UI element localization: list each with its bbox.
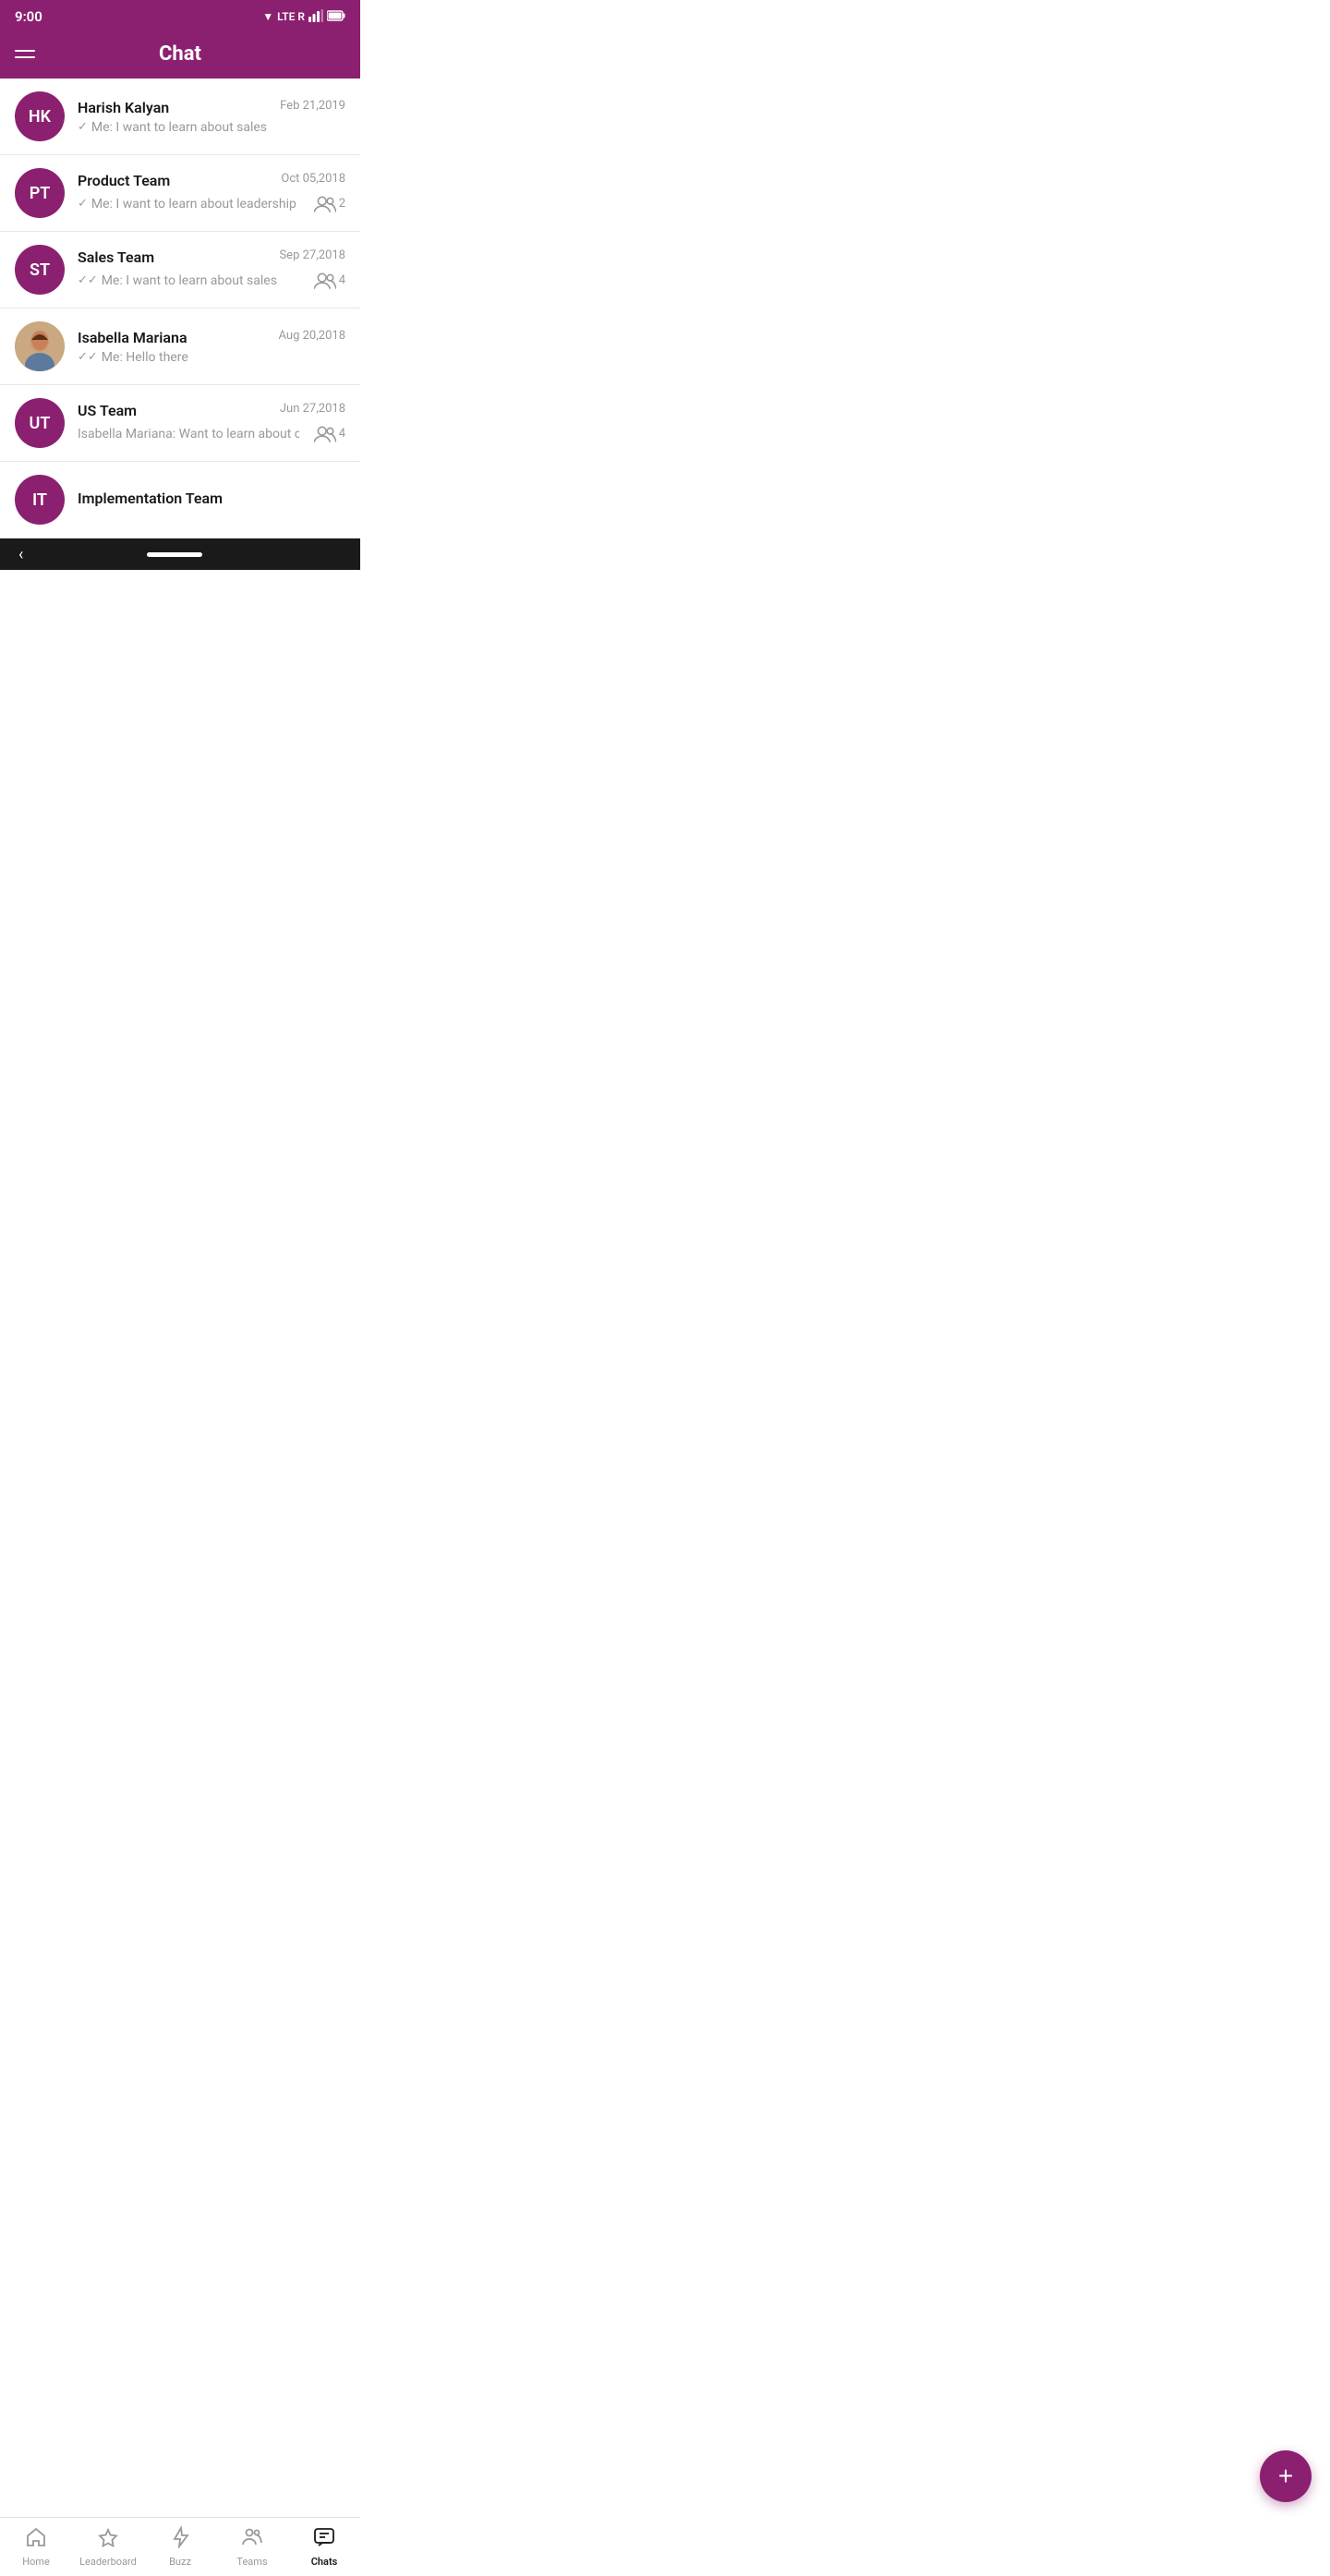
chat-content-harish-kalyan: Harish Kalyan Feb 21,2019 ✓Me: I want to l… [78, 99, 345, 135]
lte-indicator: LTE R [277, 10, 305, 23]
avatar-product-team: PT [15, 168, 65, 218]
chat-name-us-team: US Team [78, 402, 137, 419]
chat-item-sales-team[interactable]: ST Sales Team Sep 27,2018✓✓Me: I want to l… [0, 232, 360, 308]
chat-item-isabella-mariana[interactable]: Isabella Mariana Aug 20,2018 ✓✓Me: Hello t… [0, 308, 360, 385]
chat-content-us-team: US Team Jun 27,2018 Isabella Mariana: Want… [78, 402, 345, 445]
chat-preview-isabella-mariana: ✓✓Me: Hello there [78, 350, 188, 365]
chat-preview-harish-kalyan: ✓Me: I want to learn about sales [78, 120, 267, 135]
nav-label-leaderboard: Leaderboard [79, 2556, 137, 2568]
group-icon [314, 423, 336, 445]
chat-date-isabella-mariana: Aug 20,2018 [279, 329, 346, 343]
nav-item-buzz[interactable]: Buzz [144, 2518, 216, 2576]
nav-item-chats[interactable]: Chats [288, 2518, 360, 2576]
avatar-isabella-mariana [15, 321, 65, 371]
header: Chat [0, 33, 360, 79]
chat-date-sales-team: Sep 27,2018 [279, 248, 345, 262]
group-icon [314, 193, 336, 215]
home-gesture-pill[interactable] [147, 552, 202, 557]
nav-item-teams[interactable]: Teams [216, 2518, 288, 2576]
nav-label-buzz: Buzz [169, 2556, 191, 2568]
nav-item-leaderboard[interactable]: Leaderboard [72, 2518, 144, 2576]
menu-button[interactable] [15, 50, 35, 58]
status-time: 9:00 [15, 8, 42, 25]
buzz-icon [169, 2526, 191, 2548]
page-title: Chat [15, 42, 345, 66]
nav-icon-buzz [169, 2526, 191, 2553]
nav-icon-teams [241, 2526, 263, 2553]
chat-content-sales-team: Sales Team Sep 27,2018✓✓Me: I want to lea… [78, 248, 345, 292]
back-button[interactable]: ‹ [18, 545, 23, 564]
chat-name-product-team: Product Team [78, 172, 170, 189]
plus-icon: + [1278, 2461, 1293, 2491]
chat-name-sales-team: Sales Team [78, 248, 154, 266]
bottom-nav: Home Leaderboard Buzz Teams Chats [0, 2517, 360, 2576]
chat-content-implementation-team: Implementation Team [78, 490, 345, 511]
signal-icon [308, 9, 323, 25]
member-count-product-team: 2 [314, 193, 345, 215]
chat-list: HK Harish Kalyan Feb 21,2019 ✓Me: I want to… [0, 79, 360, 538]
chat-content-product-team: Product Team Oct 05,2018 ✓Me: I want to le… [78, 172, 345, 215]
battery-icon [327, 10, 345, 24]
avatar-implementation-team: IT [15, 475, 65, 525]
avatar-harish-kalyan: HK [15, 91, 65, 141]
avatar-sales-team: ST [15, 245, 65, 295]
chat-item-product-team[interactable]: PT Product Team Oct 05,2018 ✓Me: I want to … [0, 155, 360, 232]
chat-preview-product-team: ✓Me: I want to learn about leadership [78, 197, 296, 212]
chat-name-isabella-mariana: Isabella Mariana [78, 329, 187, 346]
status-bar: 9:00 ▼ LTE R [0, 0, 360, 33]
nav-icon-chats [313, 2526, 335, 2553]
chat-item-harish-kalyan[interactable]: HK Harish Kalyan Feb 21,2019 ✓Me: I want to… [0, 79, 360, 155]
nav-label-chats: Chats [311, 2556, 338, 2568]
chat-date-harish-kalyan: Feb 21,2019 [280, 99, 345, 113]
member-count-us-team: 4 [314, 423, 345, 445]
status-icons: ▼ LTE R [262, 9, 345, 25]
nav-label-teams: Teams [236, 2556, 267, 2568]
single-check-icon: ✓ [78, 197, 88, 211]
member-count-sales-team: 4 [314, 270, 345, 292]
gesture-bar: ‹ [0, 538, 360, 570]
nav-label-home: Home [22, 2556, 50, 2568]
nav-icon-home [25, 2526, 47, 2553]
chat-item-implementation-team[interactable]: IT Implementation Team [0, 462, 360, 538]
wifi-icon: ▼ [262, 10, 273, 23]
nav-icon-leaderboard [97, 2526, 119, 2553]
chat-name-harish-kalyan: Harish Kalyan [78, 99, 169, 116]
chat-preview-sales-team: ✓✓Me: I want to learn about sales [78, 273, 277, 288]
group-icon [314, 270, 336, 292]
home-icon [25, 2526, 47, 2548]
chat-date-us-team: Jun 27,2018 [280, 402, 345, 416]
leaderboard-icon [97, 2526, 119, 2548]
teams-icon [241, 2526, 263, 2548]
single-check-icon: ✓ [78, 120, 88, 134]
new-chat-button[interactable]: + [1260, 2450, 1312, 2502]
avatar-us-team: UT [15, 398, 65, 448]
chat-name-implementation-team: Implementation Team [78, 490, 223, 507]
chats-icon [313, 2526, 335, 2548]
chat-item-us-team[interactable]: UT US Team Jun 27,2018 Isabella Mariana: Wa… [0, 385, 360, 462]
double-check-icon: ✓✓ [78, 273, 98, 287]
nav-item-home[interactable]: Home [0, 2518, 72, 2576]
chat-date-product-team: Oct 05,2018 [281, 172, 345, 186]
chat-content-isabella-mariana: Isabella Mariana Aug 20,2018 ✓✓Me: Hello t… [78, 329, 345, 365]
double-check-icon: ✓✓ [78, 350, 98, 364]
chat-preview-us-team: Isabella Mariana: Want to learn about co… [78, 427, 299, 441]
